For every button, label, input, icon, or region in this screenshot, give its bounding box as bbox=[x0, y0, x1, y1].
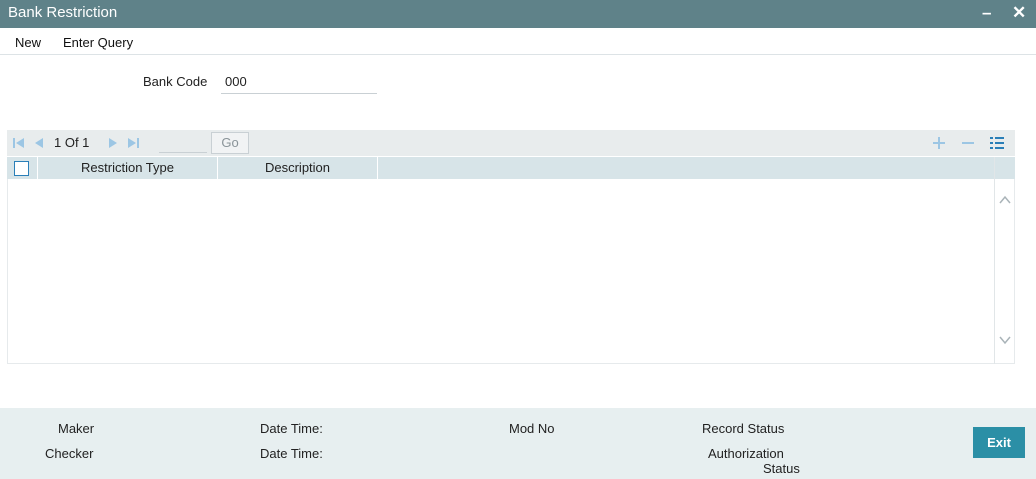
select-all-checkbox[interactable] bbox=[14, 161, 29, 176]
checker-date-time-label: Date Time: bbox=[260, 446, 323, 461]
page-number-input[interactable] bbox=[159, 133, 207, 153]
bank-code-input[interactable] bbox=[221, 70, 377, 94]
list-view-icon[interactable] bbox=[988, 134, 1006, 152]
mod-no-label: Mod No bbox=[509, 421, 555, 436]
grid-header: Restriction Type Description bbox=[7, 157, 1015, 179]
maker-date-time-label: Date Time: bbox=[260, 421, 323, 436]
close-button[interactable]: ✕ bbox=[1012, 3, 1026, 23]
column-header-description[interactable]: Description bbox=[218, 157, 378, 179]
record-status-label: Record Status bbox=[702, 421, 785, 436]
maker-label: Maker bbox=[58, 421, 95, 436]
first-page-icon[interactable] bbox=[12, 136, 26, 150]
select-all-cell bbox=[7, 157, 38, 179]
chevron-up-icon[interactable] bbox=[998, 193, 1012, 207]
chevron-down-icon[interactable] bbox=[998, 333, 1012, 347]
checker-label: Checker bbox=[45, 446, 94, 461]
authorization-status-label-line2: Status bbox=[763, 461, 800, 476]
menu-item-new[interactable]: New bbox=[15, 35, 41, 50]
audit-footer: Maker Checker Date Time: Date Time: Mod … bbox=[0, 408, 1036, 479]
menu-bar: New Enter Query bbox=[0, 28, 1036, 55]
window-title: Bank Restriction bbox=[8, 4, 118, 21]
last-page-icon[interactable] bbox=[126, 136, 140, 150]
pagination-text: 1 Of 1 bbox=[54, 135, 90, 150]
prev-page-icon[interactable] bbox=[32, 136, 46, 150]
authorization-status-label-line1: Authorization bbox=[708, 446, 784, 461]
grid-body bbox=[7, 179, 1015, 364]
minus-icon[interactable] bbox=[959, 134, 977, 152]
go-button[interactable]: Go bbox=[211, 132, 249, 154]
grid-scrollbar[interactable] bbox=[994, 157, 1015, 364]
grid-toolbar: 1 Of 1 Go bbox=[7, 130, 1015, 156]
column-header-restriction-type[interactable]: Restriction Type bbox=[38, 157, 218, 179]
minimize-button[interactable]: – bbox=[982, 3, 991, 23]
window-titlebar: Bank Restriction – ✕ bbox=[0, 0, 1036, 28]
menu-item-enter-query[interactable]: Enter Query bbox=[63, 35, 133, 50]
plus-icon[interactable] bbox=[930, 134, 948, 152]
bank-code-label: Bank Code bbox=[143, 74, 208, 89]
next-page-icon[interactable] bbox=[106, 136, 120, 150]
exit-button[interactable]: Exit bbox=[973, 427, 1025, 458]
